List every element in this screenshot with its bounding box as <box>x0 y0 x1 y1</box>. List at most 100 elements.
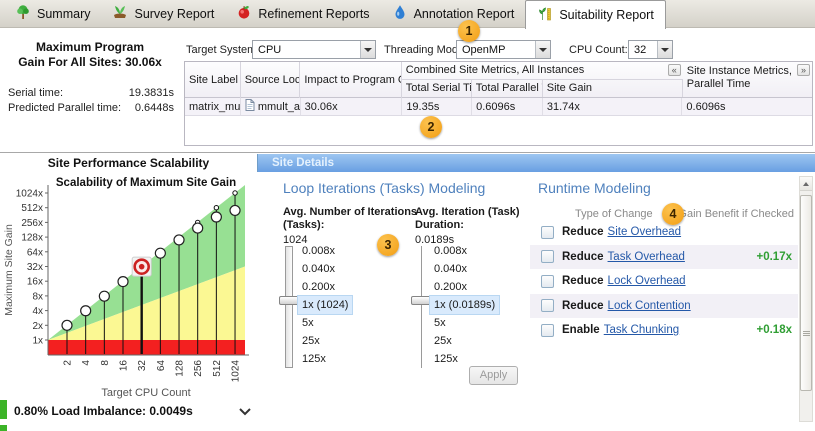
svg-text:16x: 16x <box>27 277 43 288</box>
scalability-chart[interactable]: 1x2x4x8x16x32x64x128x256x512x1024x248163… <box>0 172 270 402</box>
checkbox-lock-contention[interactable] <box>541 299 554 312</box>
tab-site-performance-scalability[interactable]: Site Performance Scalability <box>0 154 258 172</box>
report-header-panel: Maximum Program Gain For All Sites: 30.0… <box>0 28 815 153</box>
cpu-count-select[interactable]: 32 <box>628 40 673 59</box>
source-location-text: mmult_ann ... <box>258 101 301 113</box>
svg-text:32: 32 <box>137 360 148 372</box>
iterations-option-0-040x[interactable]: 0.040x <box>298 260 339 278</box>
target-system-select[interactable]: CPU <box>252 40 376 59</box>
svg-text:64x: 64x <box>27 247 43 258</box>
max-gain-line2: Gain For All Sites: 30.06x <box>4 55 176 70</box>
svg-text:1024: 1024 <box>231 360 242 383</box>
iterations-slider-handle[interactable] <box>279 296 300 305</box>
gain-point-1024[interactable] <box>230 205 240 215</box>
tab-label: Refinement Reports <box>258 7 369 21</box>
duration-option-25x[interactable]: 25x <box>430 332 456 350</box>
gain-point-16[interactable] <box>118 277 128 287</box>
threading-model-dropdown-icon[interactable] <box>535 41 550 58</box>
duration-option-0-008x[interactable]: 0.008x <box>430 242 471 260</box>
duration-option-0-040x[interactable]: 0.040x <box>430 260 471 278</box>
expand-columns-button[interactable]: » <box>797 64 810 76</box>
runtime-row-site-overhead: ReduceSite Overhead <box>530 220 798 245</box>
tab-label: Annotation Report <box>414 7 515 21</box>
svg-text:32x: 32x <box>27 262 43 273</box>
threading-model-select[interactable]: OpenMP <box>456 40 551 59</box>
gain-point-128[interactable] <box>174 235 184 245</box>
gain-point-64[interactable] <box>155 248 165 258</box>
iterations-option-0-200x[interactable]: 0.200x <box>298 278 339 296</box>
col-header-total-parallel[interactable]: Total Parallel Time <box>472 80 543 97</box>
tasks-modeling-title: Loop Iterations (Tasks) Modeling <box>283 180 485 196</box>
tab-survey-report[interactable]: Survey Report <box>101 0 225 27</box>
link-task-overhead[interactable]: Task Overhead <box>608 251 685 263</box>
link-site-overhead[interactable]: Site Overhead <box>608 226 682 238</box>
duration-option-5x[interactable]: 5x <box>430 314 450 332</box>
duration-slider-track[interactable] <box>421 246 422 368</box>
iterations-option-25x[interactable]: 25x <box>298 332 324 350</box>
link-lock-overhead[interactable]: Lock Overhead <box>608 275 686 287</box>
collapse-columns-button[interactable]: « <box>668 64 681 76</box>
tab-refinement-reports[interactable]: Refinement Reports <box>225 0 380 27</box>
iterations-option-1x-1024[interactable]: 1x (1024) <box>298 296 352 314</box>
cell-site-gain: 31.74x <box>543 98 683 115</box>
parallel-time-value: 0.6448s <box>135 102 174 114</box>
load-imbalance-bar-2 <box>0 425 7 431</box>
col-header-source-location[interactable]: Source Location <box>241 62 301 98</box>
checkbox-lock-overhead[interactable] <box>541 275 554 288</box>
duration-option-125x[interactable]: 125x <box>430 350 462 368</box>
duration-option-0-200x[interactable]: 0.200x <box>430 278 471 296</box>
iterations-option-5x[interactable]: 5x <box>298 314 318 332</box>
table-row[interactable]: matrix_multi ... mmult_ann ... 30.06x 19… <box>185 98 812 116</box>
scrollbar-thumb[interactable] <box>800 195 812 391</box>
callout-badge-4: 4 <box>662 203 684 225</box>
cell-total-serial: 19.35s <box>402 98 472 115</box>
checkbox-task-chunking[interactable] <box>541 324 554 337</box>
tab-site-details[interactable]: Site Details <box>272 154 334 172</box>
svg-text:16: 16 <box>119 360 130 372</box>
svg-text:8: 8 <box>100 360 111 366</box>
runtime-row-lock-overhead: ReduceLock Overhead <box>530 269 798 294</box>
duration-slider-handle[interactable] <box>411 296 432 305</box>
vertical-scrollbar[interactable] <box>799 176 813 422</box>
target-system-dropdown-icon[interactable] <box>360 41 375 58</box>
checkbox-task-overhead[interactable] <box>541 250 554 263</box>
link-task-chunking[interactable]: Task Chunking <box>604 324 679 336</box>
col-header-total-serial[interactable]: Total Serial Time <box>402 80 472 97</box>
tab-summary[interactable]: Summary <box>4 0 101 27</box>
svg-text:Scalability of Maximum Site Ga: Scalability of Maximum Site Gain <box>56 177 236 189</box>
tab-annotation-report[interactable]: Annotation Report <box>381 0 526 27</box>
col-header-site-label[interactable]: Site Label <box>185 62 241 98</box>
callout-badge-3: 3 <box>377 234 399 256</box>
svg-text:1x: 1x <box>32 336 43 347</box>
load-imbalance-label: 0.80% Load Imbalance: 0.0049s <box>14 404 193 418</box>
site-metrics-table: Site Label Source Location Impact to Pro… <box>184 61 813 146</box>
cell-impact: 30.06x <box>301 98 403 115</box>
iterations-option-125x[interactable]: 125x <box>298 350 330 368</box>
duration-option-1x-0-0189s[interactable]: 1x (0.0189s) <box>430 296 499 314</box>
apply-button[interactable]: Apply <box>469 366 518 385</box>
gain-point-512[interactable] <box>211 212 221 222</box>
link-lock-contention[interactable]: Lock Contention <box>608 300 691 312</box>
gain-point-2[interactable] <box>62 320 72 330</box>
svg-text:2: 2 <box>63 360 74 366</box>
iterations-option-0-008x[interactable]: 0.008x <box>298 242 339 260</box>
load-imbalance-bar <box>0 400 7 419</box>
scrollbar-up-icon[interactable] <box>800 177 812 191</box>
col-header-site-gain[interactable]: Site Gain <box>543 80 683 97</box>
col-header-impact[interactable]: Impact to Program Gain <box>300 62 401 98</box>
document-icon <box>245 99 255 114</box>
tab-suitability-report[interactable]: Suitability Report <box>525 0 666 29</box>
runtime-modeling-rows: ReduceSite OverheadReduceTask Overhead+0… <box>530 220 798 343</box>
no-gain-zone <box>48 340 245 355</box>
gain-point-4[interactable] <box>81 306 91 316</box>
target-system-label: Target System: <box>186 44 259 56</box>
checkbox-site-overhead[interactable] <box>541 226 554 239</box>
expand-chevron-down-icon[interactable] <box>238 404 252 422</box>
gain-point-8[interactable] <box>99 291 109 301</box>
combined-metrics-group: Combined Site Metrics, All Instances « T… <box>402 62 683 97</box>
iterations-slider-track[interactable] <box>285 246 293 368</box>
svg-text:64: 64 <box>156 360 167 372</box>
gain-point-256[interactable] <box>193 223 203 233</box>
cpu-count-dropdown-icon[interactable] <box>657 41 672 58</box>
tab-label: Survey Report <box>134 7 214 21</box>
